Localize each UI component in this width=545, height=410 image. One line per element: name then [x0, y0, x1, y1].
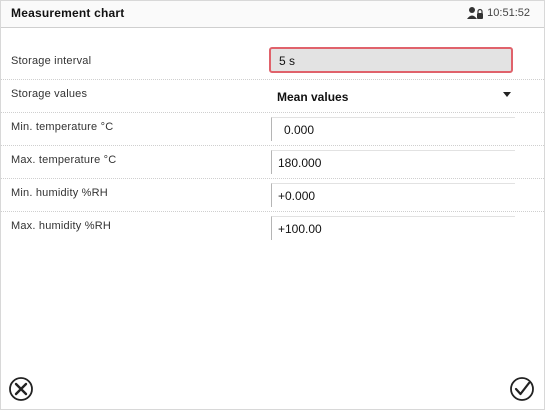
setting-label: Max. temperature °C	[11, 154, 117, 166]
chevron-down-icon	[503, 92, 511, 97]
max-temperature-value: 180.000	[278, 156, 322, 170]
setting-row-max-humidity: Max. humidity %RH +100.00	[1, 212, 544, 244]
setting-row-storage-interval: Storage interval 5 s	[1, 47, 544, 80]
setting-row-storage-values: Storage values Mean values	[1, 80, 544, 113]
setting-label: Max. humidity %RH	[11, 220, 111, 232]
setting-row-min-humidity: Min. humidity %RH +0.000	[1, 179, 544, 212]
min-temperature-value: 0.000	[284, 123, 315, 137]
clock-time: 10:51:52	[487, 7, 530, 19]
setting-label: Storage values	[11, 88, 88, 100]
setting-row-min-temperature: Min. temperature °C 0.000	[1, 113, 544, 146]
max-humidity-value: +100.00	[278, 222, 322, 236]
title-bar: Measurement chart 10:51:52	[1, 1, 544, 28]
user-lock-icon	[467, 7, 484, 19]
storage-values-dropdown[interactable]: Mean values	[271, 86, 515, 110]
storage-values-selected: Mean values	[277, 90, 349, 104]
settings-list: Storage interval 5 s Storage values Mean…	[1, 47, 544, 244]
measurement-chart-window: Measurement chart 10:51:52 Storage inter…	[0, 0, 545, 410]
min-temperature-input[interactable]: 0.000	[271, 117, 515, 141]
setting-label: Min. temperature °C	[11, 121, 114, 133]
max-humidity-input[interactable]: +100.00	[271, 216, 515, 240]
storage-interval-field[interactable]: 5 s	[269, 47, 513, 73]
storage-interval-value: 5 s	[279, 54, 296, 68]
page-title: Measurement chart	[11, 6, 125, 20]
status-area: 10:51:52	[467, 6, 530, 20]
min-humidity-input[interactable]: +0.000	[271, 183, 515, 207]
setting-row-max-temperature: Max. temperature °C 180.000	[1, 146, 544, 179]
check-circle-icon[interactable]	[508, 375, 536, 403]
min-humidity-value: +0.000	[278, 189, 316, 203]
close-circle-icon[interactable]	[7, 375, 35, 403]
max-temperature-input[interactable]: 180.000	[271, 150, 515, 174]
setting-label: Storage interval	[11, 55, 92, 67]
setting-label: Min. humidity %RH	[11, 187, 108, 199]
